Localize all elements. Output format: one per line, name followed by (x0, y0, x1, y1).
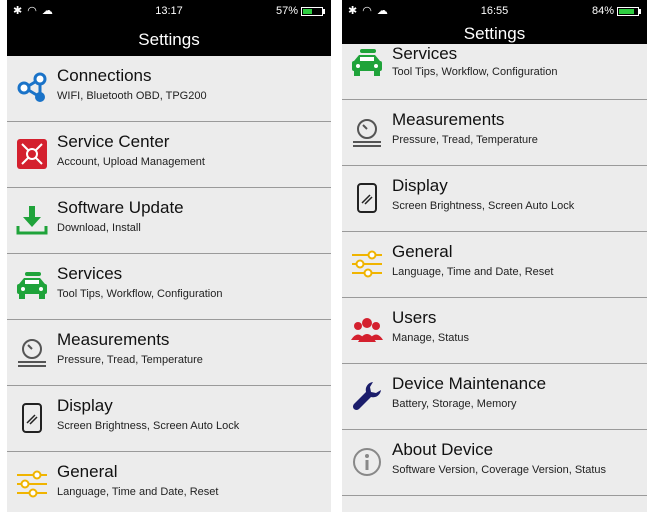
settings-item-service-center[interactable]: Service Center Account, Upload Managemen… (7, 122, 331, 188)
item-subtitle: Tool Tips, Workflow, Configuration (57, 288, 223, 300)
settings-item-general[interactable]: General Language, Time and Date, Reset (7, 452, 331, 512)
wrench-icon (350, 379, 384, 413)
item-title: Services (392, 44, 458, 63)
item-subtitle: Download, Install (57, 222, 141, 234)
item-subtitle: Language, Time and Date, Reset (57, 486, 219, 498)
settings-item-connections[interactable]: Connections WIFI, Bluetooth OBD, TPG200 (7, 56, 331, 122)
item-title: Service Center (57, 132, 170, 151)
item-title: Software Update (57, 198, 184, 217)
gauge-icon (350, 115, 384, 149)
item-subtitle: Pressure, Tread, Temperature (392, 134, 538, 146)
item-subtitle: Pressure, Tread, Temperature (57, 354, 203, 366)
item-subtitle: Screen Brightness, Screen Auto Lock (57, 420, 240, 432)
car-service-icon (15, 269, 49, 303)
item-subtitle: Manage, Status (392, 332, 470, 344)
item-title: Device Maintenance (392, 374, 547, 393)
gauge-icon (15, 335, 49, 369)
item-title: Display (392, 176, 448, 195)
battery-percent: 84% (591, 5, 614, 17)
battery-percent: 57% (275, 5, 298, 17)
item-title: Users (392, 308, 437, 327)
item-title: General (392, 242, 453, 261)
sliders-icon (350, 247, 384, 281)
users-icon (350, 313, 384, 347)
item-subtitle: Tool Tips, Workflow, Configuration (392, 66, 558, 78)
settings-item-display[interactable]: Display Screen Brightness, Screen Auto L… (7, 386, 331, 452)
item-title: Display (57, 396, 113, 415)
display-icon (350, 181, 384, 215)
connections-icon (15, 71, 49, 105)
settings-item-services[interactable]: Services Tool Tips, Workflow, Configurat… (342, 44, 647, 100)
info-icon (350, 445, 384, 479)
settings-item-users[interactable]: Users Manage, Status (342, 298, 647, 364)
item-subtitle: Language, Time and Date, Reset (392, 266, 554, 278)
car-service-icon (350, 46, 384, 80)
display-icon (15, 401, 49, 435)
item-subtitle: Software Version, Coverage Version, Stat… (392, 464, 607, 476)
page-title: Settings (7, 24, 331, 56)
service-center-icon (15, 137, 49, 171)
battery-icon (617, 6, 639, 16)
battery-icon (301, 6, 323, 16)
item-title: Connections (57, 66, 152, 85)
settings-item-services[interactable]: Services Tool Tips, Workflow, Configurat… (7, 254, 331, 320)
settings-item-measurements[interactable]: Measurements Pressure, Tread, Temperatur… (342, 100, 647, 166)
settings-item-measurements[interactable]: Measurements Pressure, Tread, Temperatur… (7, 320, 331, 386)
item-title: Measurements (57, 330, 170, 349)
item-title: General (57, 462, 118, 481)
settings-screen-right: ✱ ◠ ☁ 16:55 84% Settings Services Tool T… (342, 0, 647, 512)
status-bar: ✱ ◠ ☁ 16:55 84% (342, 0, 647, 24)
settings-item-about-device[interactable]: About Device Software Version, Coverage … (342, 430, 647, 496)
item-title: About Device (392, 440, 494, 459)
settings-list: Connections WIFI, Bluetooth OBD, TPG200 … (7, 56, 331, 512)
sliders-icon (15, 467, 49, 501)
page-title: Settings (342, 24, 647, 44)
item-subtitle: WIFI, Bluetooth OBD, TPG200 (57, 90, 207, 102)
item-title: Services (57, 264, 123, 283)
settings-screen-left: ✱ ◠ ☁ 13:17 57% Settings Connections WIF… (7, 0, 331, 512)
settings-item-device-maintenance[interactable]: Device Maintenance Battery, Storage, Mem… (342, 364, 647, 430)
item-subtitle: Account, Upload Management (57, 156, 205, 168)
settings-item-software-update[interactable]: Software Update Download, Install (7, 188, 331, 254)
status-bar: ✱ ◠ ☁ 13:17 57% (7, 0, 331, 24)
item-title: Measurements (392, 110, 505, 129)
settings-list: Services Tool Tips, Workflow, Configurat… (342, 44, 647, 512)
item-subtitle: Screen Brightness, Screen Auto Lock (392, 200, 575, 212)
download-icon (15, 203, 49, 237)
settings-item-general[interactable]: General Language, Time and Date, Reset (342, 232, 647, 298)
settings-item-display[interactable]: Display Screen Brightness, Screen Auto L… (342, 166, 647, 232)
item-subtitle: Battery, Storage, Memory (392, 398, 517, 410)
